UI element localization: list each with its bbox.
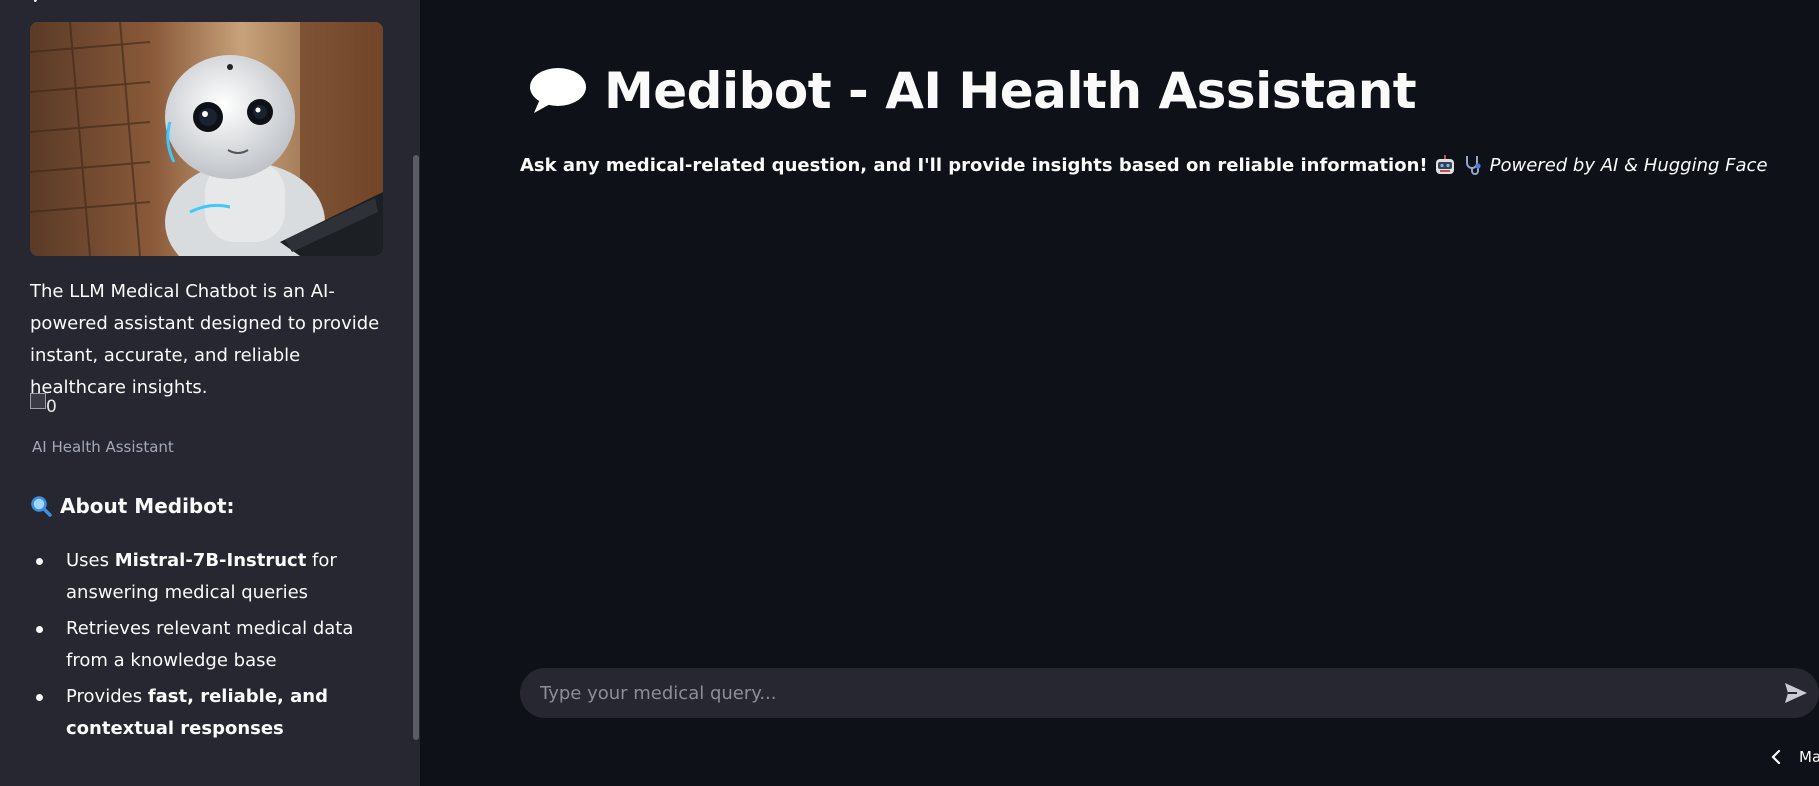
list-item-text: Provides xyxy=(66,686,148,707)
about-heading-text: About Medibot: xyxy=(60,494,235,518)
sidebar-description: The LLM Medical Chatbot is an AI-powered… xyxy=(30,281,380,398)
broken-image-icon xyxy=(30,393,46,409)
list-item-bold: Mistral-7B-Instruct xyxy=(114,550,307,571)
about-heading: About Medibot: xyxy=(30,494,235,518)
list-item: Provides fast, reliable, and contextual … xyxy=(30,681,380,745)
app-window: y xyxy=(0,0,1819,786)
robot-hero-image xyxy=(30,22,383,256)
page-subtitle: Ask any medical-related question, and I'… xyxy=(520,154,1768,176)
chat-input[interactable] xyxy=(540,668,1720,718)
footer-nav[interactable]: Ma xyxy=(1769,748,1819,766)
subtitle-powered-by: Powered by AI & Hugging Face xyxy=(1489,154,1768,176)
main-content: Medibot - AI Health Assistant Ask any me… xyxy=(420,0,1819,786)
chat-input-container xyxy=(520,668,1819,718)
subtitle-text: Ask any medical-related question, and I'… xyxy=(520,154,1428,176)
sidebar-scrollbar[interactable] xyxy=(413,155,419,740)
sidebar-cut-text: y xyxy=(30,0,41,2)
send-icon[interactable] xyxy=(1783,681,1809,705)
robot-icon xyxy=(1435,155,1454,174)
speech-bubble-icon xyxy=(530,68,586,113)
about-list: Uses Mistral-7B-Instruct for answering m… xyxy=(30,545,380,749)
list-item: Uses Mistral-7B-Instruct for answering m… xyxy=(30,545,380,609)
list-item: Retrieves relevant medical data from a k… xyxy=(30,613,380,677)
magnifying-glass-icon xyxy=(31,496,52,517)
page-title: Medibot - AI Health Assistant xyxy=(604,62,1417,120)
stethoscope-icon xyxy=(1465,156,1481,175)
broken-image: 0 xyxy=(30,393,64,417)
sidebar: y xyxy=(0,0,420,786)
chevron-left-icon[interactable] xyxy=(1769,749,1783,765)
list-item-text: Retrieves relevant medical data from a k… xyxy=(66,618,354,671)
page-header: Medibot - AI Health Assistant xyxy=(526,62,1417,120)
broken-image-alt: 0 xyxy=(46,397,57,417)
image-caption: AI Health Assistant xyxy=(32,438,174,456)
footer-nav-text[interactable]: Ma xyxy=(1799,748,1819,766)
list-item-text: Uses xyxy=(66,550,115,571)
